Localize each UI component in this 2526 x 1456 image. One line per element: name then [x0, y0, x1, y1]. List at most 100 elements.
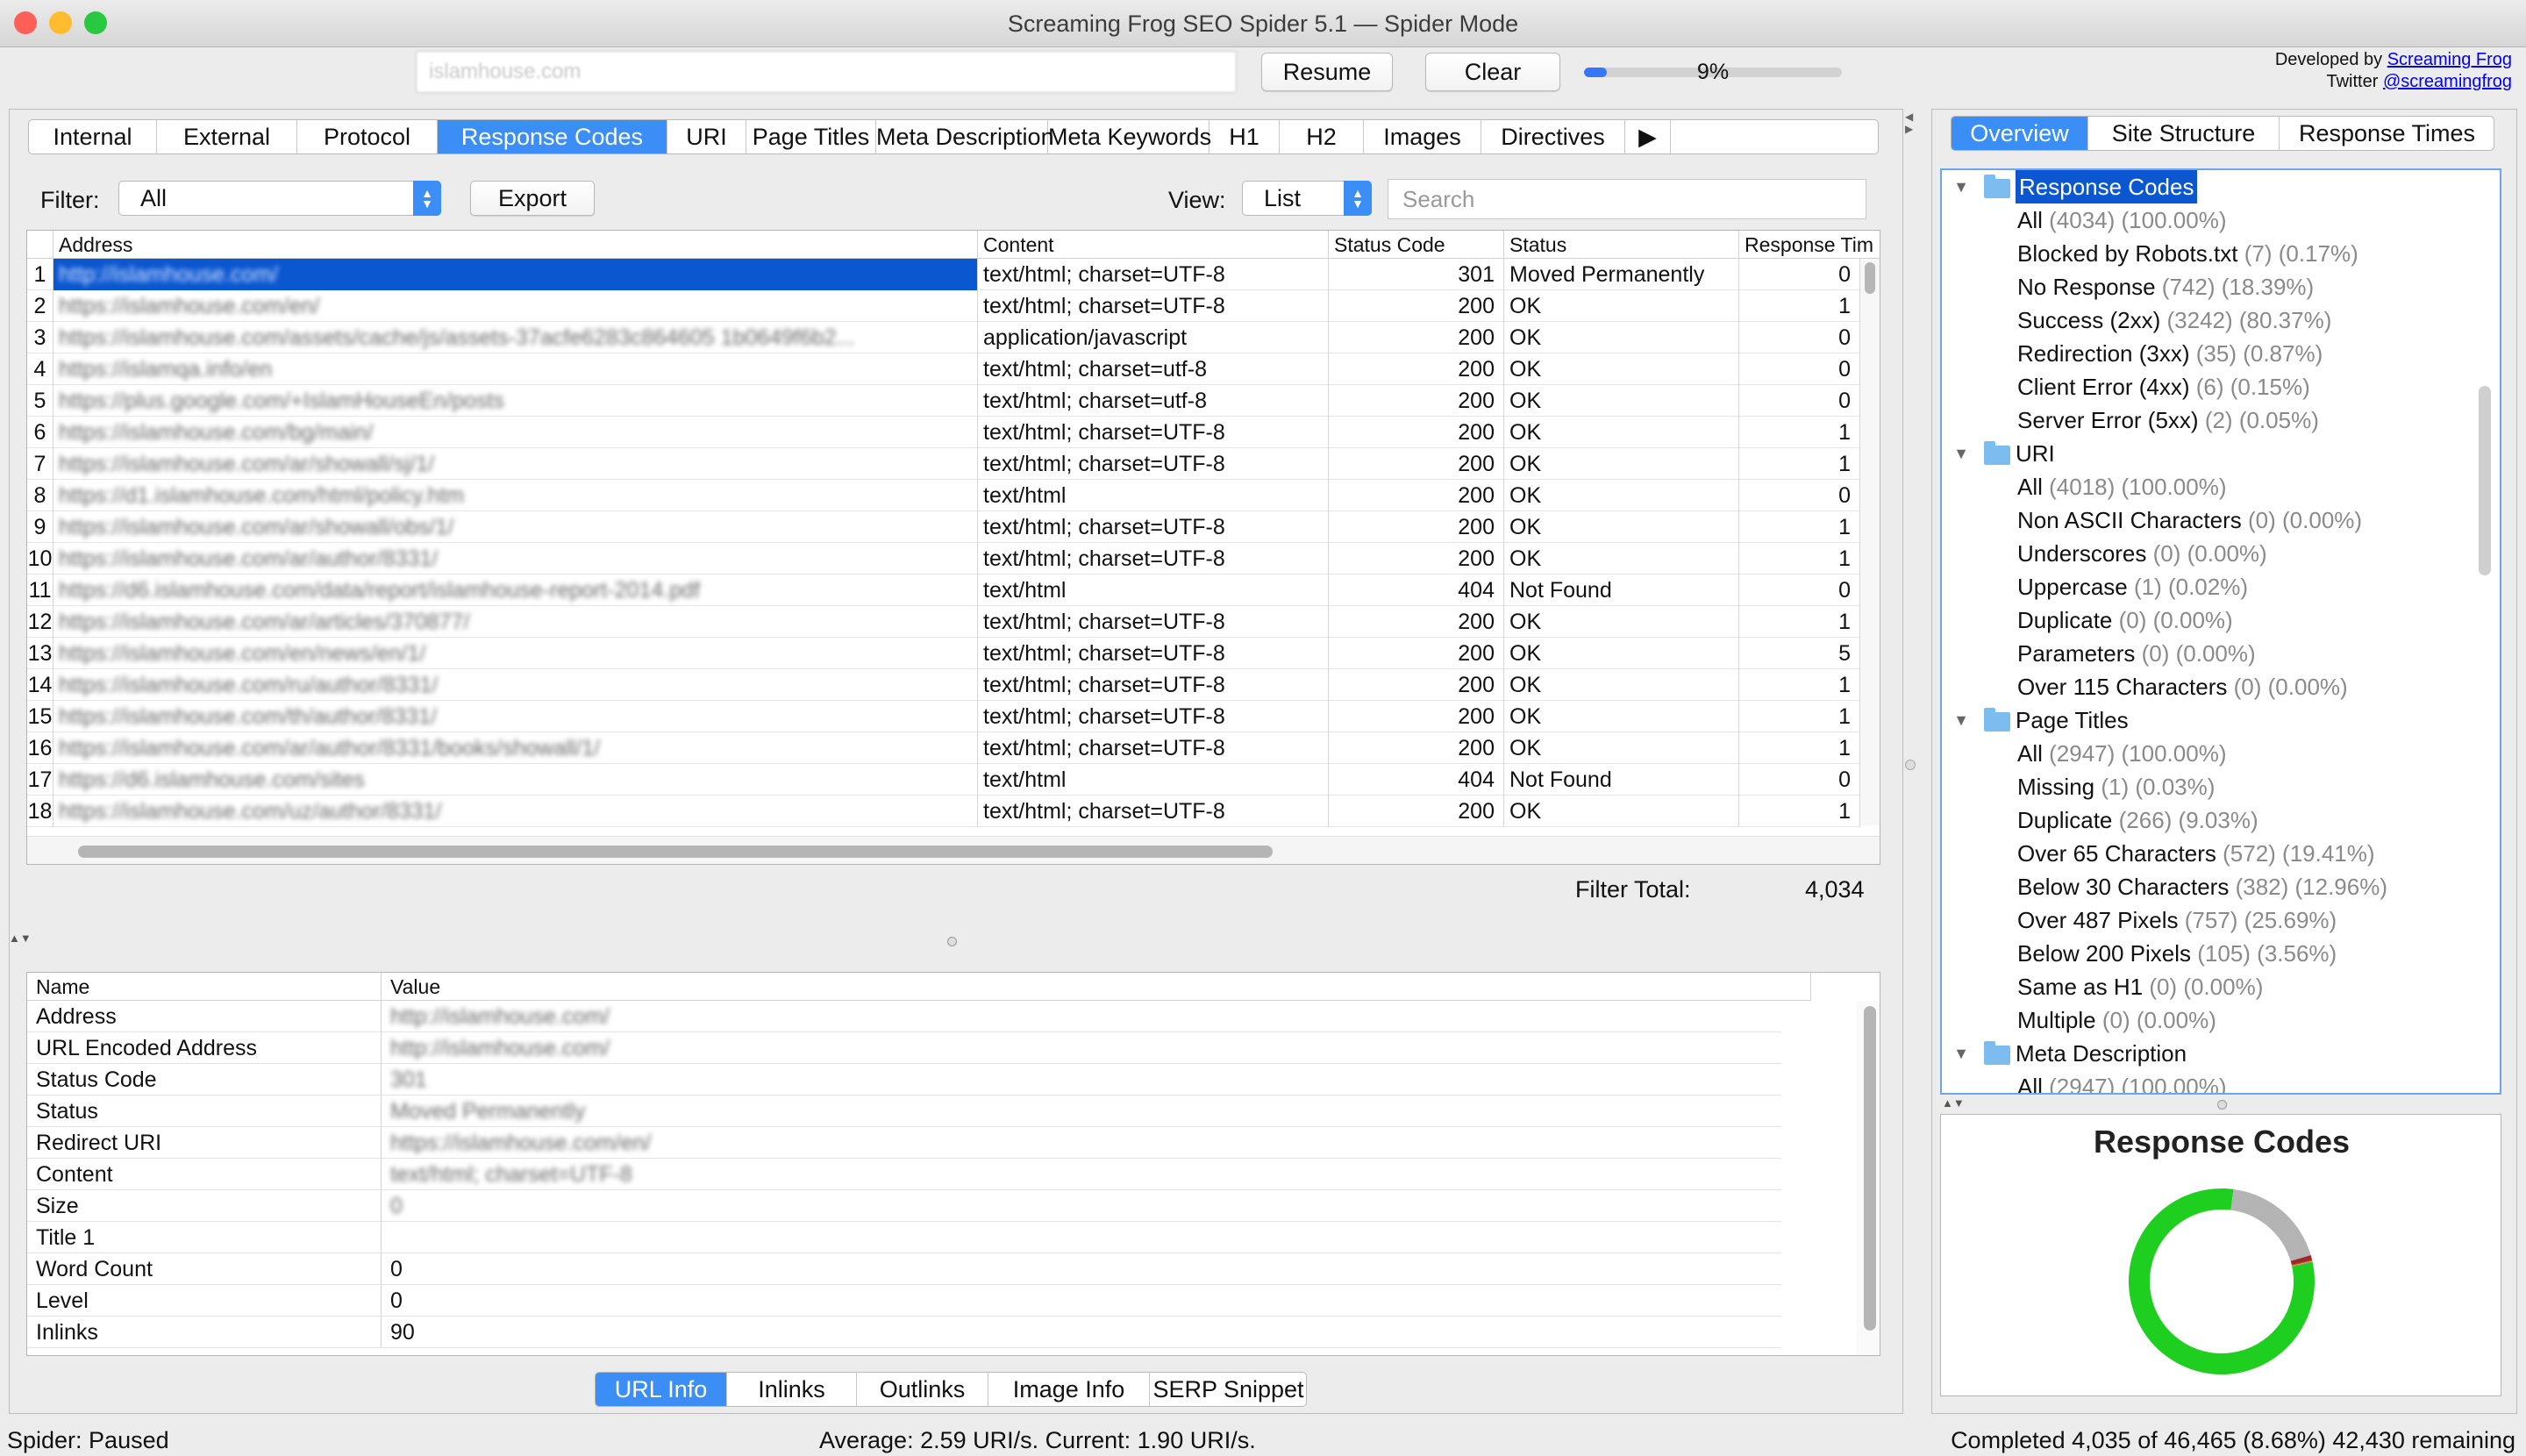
- table-row[interactable]: 18 https://islamhouse.com/uz/author/8331/…: [27, 796, 1860, 827]
- tree-item[interactable]: Over 65 Characters (572) (19.41%): [1942, 837, 2486, 870]
- details-row[interactable]: Inlinks 90: [27, 1317, 1781, 1348]
- tree-item[interactable]: Over 115 Characters (0) (0.00%): [1942, 670, 2486, 703]
- scroll-thumb[interactable]: [1865, 262, 1875, 294]
- results-vertical-scrollbar[interactable]: [1860, 259, 1880, 825]
- horizontal-splitter-handle[interactable]: [947, 937, 957, 946]
- tree-folder[interactable]: ▼ Meta Description: [1942, 1037, 2486, 1070]
- scroll-thumb[interactable]: [78, 846, 1273, 858]
- detail-tab-url-info[interactable]: URL Info: [596, 1373, 727, 1406]
- tab-images[interactable]: Images: [1364, 120, 1481, 153]
- panel-collapse-arrows-icon[interactable]: ◀ ▶: [1905, 111, 1913, 135]
- table-row[interactable]: 10 https://islamhouse.com/ar/author/8331/…: [27, 543, 1860, 575]
- tab-protocol[interactable]: Protocol: [297, 120, 438, 153]
- tree-item[interactable]: All (2947) (100.00%): [1942, 737, 2486, 770]
- tab-h1[interactable]: H1: [1209, 120, 1280, 153]
- export-button[interactable]: Export: [470, 181, 595, 216]
- details-row[interactable]: Status Code 301: [27, 1064, 1781, 1096]
- tab-uri[interactable]: URI: [667, 120, 746, 153]
- table-row[interactable]: 12 https://islamhouse.com/ar/articles/370…: [27, 606, 1860, 638]
- details-row[interactable]: Title 1: [27, 1222, 1781, 1253]
- tree-item[interactable]: Duplicate (266) (9.03%): [1942, 803, 2486, 837]
- tree-folder[interactable]: ▼ Response Codes: [1942, 170, 2486, 203]
- splitter-arrows-icon[interactable]: ▲▼: [1942, 1096, 1965, 1110]
- tree-item[interactable]: All (4034) (100.00%): [1942, 203, 2486, 237]
- table-row[interactable]: 5 https://plus.google.com/+IslamHouseEn/p…: [27, 385, 1860, 417]
- table-row[interactable]: 1 http://islamhouse.com/text/html; charse…: [27, 259, 1860, 290]
- tree-item[interactable]: Duplicate (0) (0.00%): [1942, 603, 2486, 637]
- expand-triangle-icon[interactable]: ▼: [1951, 1037, 1972, 1070]
- details-column-header[interactable]: Value: [382, 973, 1811, 1001]
- column-header[interactable]: Status: [1504, 231, 1739, 259]
- tab-h2[interactable]: H2: [1280, 120, 1364, 153]
- column-header[interactable]: Status Code: [1329, 231, 1504, 259]
- vertical-splitter-handle[interactable]: [1905, 760, 1916, 770]
- tree-item[interactable]: Below 30 Characters (382) (12.96%): [1942, 870, 2486, 903]
- details-row[interactable]: URL Encoded Address http://islamhouse.com…: [27, 1032, 1781, 1064]
- scroll-thumb[interactable]: [1864, 1006, 1876, 1331]
- table-row[interactable]: 13 https://islamhouse.com/en/news/en/1/te…: [27, 638, 1860, 669]
- tree-item[interactable]: Missing (1) (0.03%): [1942, 770, 2486, 803]
- twitter-link[interactable]: @screamingfrog: [2383, 72, 2512, 91]
- tree-item[interactable]: Redirection (3xx) (35) (0.87%): [1942, 337, 2486, 370]
- tree-item[interactable]: All (2947) (100.00%): [1942, 1070, 2486, 1093]
- clear-button[interactable]: Clear: [1425, 53, 1560, 91]
- tab-response-codes[interactable]: Response Codes: [438, 120, 667, 153]
- tree-item[interactable]: Success (2xx) (3242) (80.37%): [1942, 303, 2486, 337]
- tree-item[interactable]: Server Error (5xx) (2) (0.05%): [1942, 403, 2486, 437]
- details-row[interactable]: Redirect URI https://islamhouse.com/en/: [27, 1127, 1781, 1159]
- column-header[interactable]: Address: [54, 231, 978, 259]
- overview-tab-site-structure[interactable]: Site Structure: [2088, 117, 2280, 150]
- tab-external[interactable]: External: [157, 120, 297, 153]
- column-header[interactable]: Content: [978, 231, 1329, 259]
- filter-select[interactable]: All ▲ ▼: [118, 181, 441, 216]
- table-row[interactable]: 15 https://islamhouse.com/th/author/8331/…: [27, 701, 1860, 732]
- details-row[interactable]: Status Moved Permanently: [27, 1096, 1781, 1127]
- tree-item[interactable]: Underscores (0) (0.00%): [1942, 537, 2486, 570]
- right-splitter-handle[interactable]: [2217, 1100, 2227, 1110]
- table-row[interactable]: 16 https://islamhouse.com/ar/author/8331/…: [27, 732, 1860, 764]
- more-tabs-arrow-icon[interactable]: ▶: [1625, 120, 1671, 153]
- tab-directives[interactable]: Directives: [1481, 120, 1625, 153]
- tab-internal[interactable]: Internal: [29, 120, 157, 153]
- search-input[interactable]: Search: [1388, 179, 1866, 219]
- tab-meta-description[interactable]: Meta Description: [876, 120, 1054, 153]
- expand-triangle-icon[interactable]: ▼: [1951, 170, 1972, 203]
- tree-item[interactable]: Non ASCII Characters (0) (0.00%): [1942, 503, 2486, 537]
- tree-item[interactable]: Below 200 Pixels (105) (3.56%): [1942, 937, 2486, 970]
- table-row[interactable]: 3 https://islamhouse.com/assets/cache/js/…: [27, 322, 1860, 353]
- view-select[interactable]: List ▲ ▼: [1242, 181, 1372, 216]
- tree-folder[interactable]: ▼ Page Titles: [1942, 703, 2486, 737]
- details-row[interactable]: Level 0: [27, 1285, 1781, 1317]
- details-row[interactable]: Content text/html; charset=UTF-8: [27, 1159, 1781, 1190]
- tree-item[interactable]: Over 487 Pixels (757) (25.69%): [1942, 903, 2486, 937]
- details-row[interactable]: Address http://islamhouse.com/: [27, 1001, 1781, 1032]
- details-vertical-scrollbar[interactable]: [1857, 1001, 1880, 1355]
- tree-item[interactable]: Parameters (0) (0.00%): [1942, 637, 2486, 670]
- tree-item[interactable]: All (4018) (100.00%): [1942, 470, 2486, 503]
- expand-triangle-icon[interactable]: ▼: [1951, 703, 1972, 737]
- table-row[interactable]: 14 https://islamhouse.com/ru/author/8331/…: [27, 669, 1860, 701]
- tab-page-titles[interactable]: Page Titles: [746, 120, 876, 153]
- resume-button[interactable]: Resume: [1261, 53, 1393, 91]
- overview-tab-overview[interactable]: Overview: [1952, 117, 2088, 150]
- tab-meta-keywords[interactable]: Meta Keywords: [1048, 120, 1211, 153]
- detail-tab-inlinks[interactable]: Inlinks: [727, 1373, 857, 1406]
- tree-item[interactable]: No Response (742) (18.39%): [1942, 270, 2486, 303]
- tree-item[interactable]: Multiple (0) (0.00%): [1942, 1003, 2486, 1037]
- splitter-arrows-icon[interactable]: ▲▼: [9, 931, 32, 945]
- detail-tab-serp-snippet[interactable]: SERP Snippet: [1150, 1373, 1306, 1406]
- overview-tab-response-times[interactable]: Response Times: [2280, 117, 2494, 150]
- table-row[interactable]: 11 https://d6.islamhouse.com/data/report/…: [27, 575, 1860, 606]
- detail-tab-outlinks[interactable]: Outlinks: [857, 1373, 988, 1406]
- table-row[interactable]: 8 https://d1.islamhouse.com/html/policy.h…: [27, 480, 1860, 511]
- detail-tab-image-info[interactable]: Image Info: [988, 1373, 1150, 1406]
- expand-triangle-icon[interactable]: ▼: [1951, 437, 1972, 470]
- url-input[interactable]: islamhouse.com: [416, 51, 1237, 93]
- column-header[interactable]: Response Tim: [1739, 231, 1880, 259]
- tree-scroll-thumb[interactable]: [2479, 386, 2491, 575]
- results-horizontal-scrollbar[interactable]: [27, 836, 1880, 864]
- table-row[interactable]: 7 https://islamhouse.com/ar/showall/sj/1/…: [27, 448, 1860, 480]
- tree-item[interactable]: Same as H1 (0) (0.00%): [1942, 970, 2486, 1003]
- tree-item[interactable]: Uppercase (1) (0.02%): [1942, 570, 2486, 603]
- tree-item[interactable]: Client Error (4xx) (6) (0.15%): [1942, 370, 2486, 403]
